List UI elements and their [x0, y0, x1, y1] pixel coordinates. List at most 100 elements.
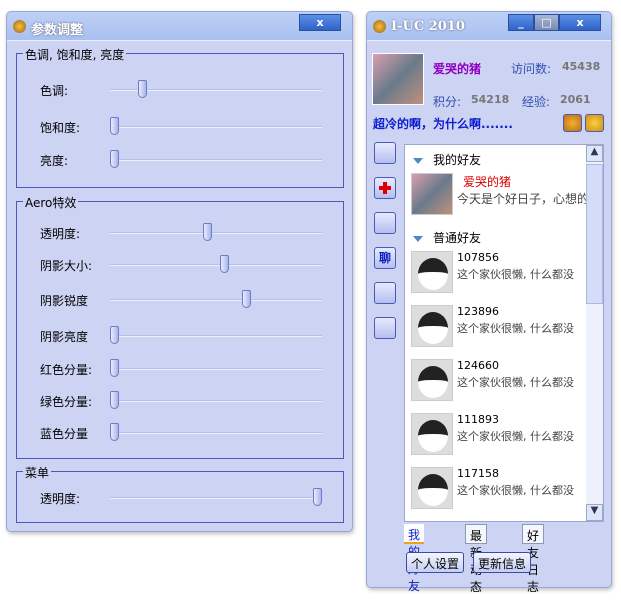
emoji-button[interactable] [563, 114, 582, 132]
scroll-thumb[interactable] [586, 164, 603, 304]
exp-value: 2061 [560, 93, 591, 106]
side-button-3[interactable]: 聊 [374, 247, 396, 269]
skin-button[interactable] [585, 114, 604, 132]
slider-track[interactable] [110, 264, 322, 266]
app-icon [373, 20, 386, 33]
friend-item[interactable]: 123896 这个家伙很懒, 什么都没 [411, 305, 591, 351]
avatar [411, 413, 453, 455]
friend-id: 123896 [457, 305, 499, 318]
slider-row: 饱和度: [17, 117, 343, 137]
slider-track[interactable] [110, 368, 322, 370]
window-title: 参数调整 [31, 23, 84, 38]
group-0: 色调, 饱和度, 亮度 色调: 饱和度: 亮度: [16, 46, 344, 188]
app-icon [13, 20, 26, 33]
maximize-button[interactable]: □ [534, 14, 559, 31]
slider-label: 饱和度: [40, 121, 81, 135]
slider-thumb[interactable] [110, 150, 119, 168]
slider-track[interactable] [110, 432, 322, 434]
slider-thumb[interactable] [110, 423, 119, 441]
slider-track[interactable] [110, 159, 322, 161]
side-button-5[interactable] [374, 317, 396, 339]
category-my-friends[interactable]: 我的好友 [413, 151, 481, 168]
visits-value: 45438 [562, 60, 601, 73]
slider-row: 阴影大小: [17, 255, 343, 275]
slider-track[interactable] [110, 299, 322, 301]
tab-my-friends[interactable]: 我的好友 [404, 524, 425, 593]
points-label: 积分: [433, 95, 462, 109]
window-title: I-UC 2010 [391, 19, 465, 34]
group-1: Aero特效 透明度: 阴影大小: 阴影锐度 阴影亮度 红色分量: 绿色分量: 蓝色分量 [16, 194, 344, 459]
slider-track[interactable] [110, 232, 322, 234]
user-avatar[interactable] [372, 53, 424, 105]
category-normal-friends[interactable]: 普通好友 [413, 229, 481, 246]
group-label: 菜单 [23, 464, 52, 481]
avatar [411, 467, 453, 509]
scroll-down-button[interactable]: ▼ [586, 504, 603, 521]
side-button-0[interactable] [374, 142, 396, 164]
friend-list[interactable]: 我的好友 爱哭的猪 今天是个好日子，心想的 普通好友 107856 这个家伙很懒,… [404, 144, 604, 522]
title-bar[interactable]: I-UC 2010 _ □ x [367, 12, 611, 41]
slider-row: 红色分量: [17, 359, 343, 379]
slider-row: 阴影锐度 [17, 290, 343, 310]
points-value: 54218 [471, 93, 510, 106]
avatar [411, 359, 453, 401]
avatar [411, 305, 453, 347]
slider-row: 亮度: [17, 150, 343, 170]
slider-row: 透明度: [17, 223, 343, 243]
slider-row: 色调: [17, 80, 343, 100]
slider-track[interactable] [110, 497, 322, 499]
slider-thumb[interactable] [110, 326, 119, 344]
friend-signature: 这个家伙很懒, 什么都没 [457, 376, 574, 389]
friend-item[interactable]: 124660 这个家伙很懒, 什么都没 [411, 359, 591, 405]
slider-thumb[interactable] [110, 117, 119, 135]
slider-thumb[interactable] [110, 359, 119, 377]
personal-settings-button[interactable]: 个人设置 [406, 552, 465, 573]
friend-item[interactable]: 117158 这个家伙很懒, 什么都没 [411, 467, 591, 513]
slider-track[interactable] [110, 335, 322, 337]
slider-thumb[interactable] [241, 290, 251, 308]
slider-label: 透明度: [40, 227, 81, 241]
update-info-button[interactable]: 更新信息 [473, 552, 532, 573]
friend-signature: 今天是个好日子，心想的 [457, 192, 587, 206]
avatar [411, 173, 453, 215]
side-button-4[interactable] [374, 282, 396, 304]
avatar [411, 251, 453, 293]
minimize-button[interactable]: _ [508, 14, 534, 31]
side-button-1[interactable] [374, 177, 396, 199]
tab-latest-news[interactable]: 最新动态 [465, 524, 488, 594]
friend-signature: 这个家伙很懒, 什么都没 [457, 322, 574, 335]
slider-thumb[interactable] [313, 488, 322, 506]
slider-thumb[interactable] [219, 255, 229, 273]
slider-label: 透明度: [40, 492, 81, 506]
friend-id: 117158 [457, 467, 499, 480]
side-button-2[interactable] [374, 212, 396, 234]
slider-thumb[interactable] [203, 223, 213, 241]
username[interactable]: 爱哭的猪 [433, 60, 481, 77]
friend-signature: 这个家伙很懒, 什么都没 [457, 430, 574, 443]
friend-signature: 这个家伙很懒, 什么都没 [457, 484, 574, 497]
close-button[interactable]: x [559, 14, 601, 31]
friend-id: 124660 [457, 359, 499, 372]
scroll-up-button[interactable]: ▲ [586, 145, 603, 162]
slider-thumb[interactable] [110, 391, 119, 409]
tab-friend-blog[interactable]: 好友日志 [522, 524, 545, 594]
scrollbar[interactable]: ▲ ▼ [586, 145, 603, 521]
slider-label: 阴影大小: [40, 259, 93, 273]
title-bar[interactable]: 参数调整 x [7, 12, 352, 41]
slider-label: 亮度: [40, 154, 69, 168]
friend-item[interactable]: 111893 这个家伙很懒, 什么都没 [411, 413, 591, 459]
slider-label: 色调: [40, 84, 69, 98]
slider-row: 绿色分量: [17, 391, 343, 411]
friend-item-me[interactable]: 爱哭的猪 今天是个好日子，心想的 [411, 173, 591, 219]
group-2: 菜单透明度: [16, 464, 344, 523]
red-cross-icon [379, 182, 391, 194]
friend-name: 爱哭的猪 [463, 175, 512, 189]
slider-track[interactable] [110, 400, 322, 402]
slider-track[interactable] [110, 126, 322, 128]
status-message[interactable]: 超冷的啊，为什么啊....... [373, 115, 513, 132]
friend-id: 111893 [457, 413, 499, 426]
close-button[interactable]: x [299, 14, 341, 31]
slider-thumb[interactable] [138, 80, 148, 98]
chat-icon: 聊 [378, 251, 391, 265]
friend-item[interactable]: 107856 这个家伙很懒, 什么都没 [411, 251, 591, 297]
